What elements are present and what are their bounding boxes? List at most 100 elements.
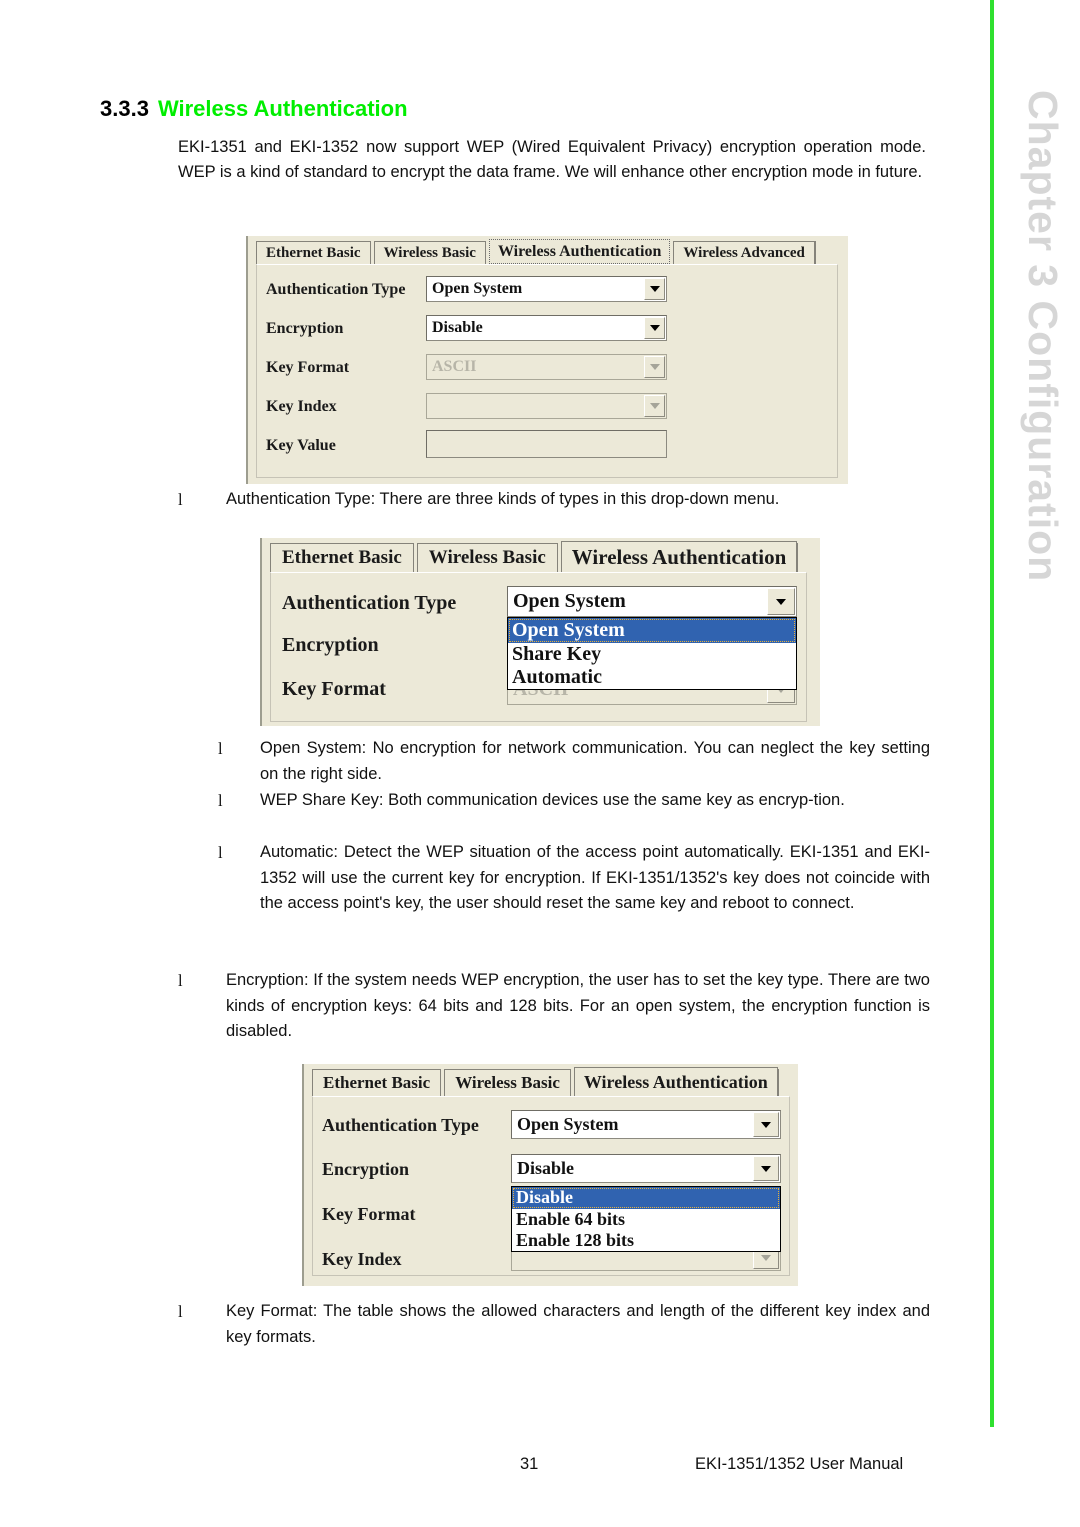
tab-strip: Ethernet Basic Wireless Basic Wireless A… xyxy=(256,239,819,264)
dialog-left-edge xyxy=(260,538,262,726)
tab-strip-end-divider xyxy=(814,241,819,264)
tab-label: Ethernet Basic xyxy=(282,547,402,568)
chevron-down-icon[interactable] xyxy=(644,317,665,339)
dropdown-option-label: Enable 128 bits xyxy=(516,1230,635,1250)
combo-authentication-type[interactable]: Open System xyxy=(426,276,667,302)
label-key-value: Key Value xyxy=(266,437,336,454)
dropdown-option-enable-128-bits[interactable]: Enable 128 bits xyxy=(512,1230,780,1251)
bullet-mark: l xyxy=(218,739,223,758)
dropdown-list-authentication-type[interactable]: Open System Share Key Automatic xyxy=(507,617,797,690)
bullet-mark: l xyxy=(218,791,223,810)
dropdown-option-disable[interactable]: Disable xyxy=(512,1187,780,1209)
tab-label: Ethernet Basic xyxy=(266,244,361,261)
label-authentication-type: Authentication Type xyxy=(266,281,406,298)
bullet-wep-share-key: l WEP Share Key: Both communication devi… xyxy=(178,788,930,814)
combo-value: Open System xyxy=(517,1114,619,1134)
label-encryption: Encryption xyxy=(282,634,379,656)
tab-wireless-authentication[interactable]: Wireless Authentication xyxy=(573,1067,778,1096)
bullet-text: Encryption: If the system needs WEP encr… xyxy=(226,971,930,1040)
tab-wireless-advanced[interactable]: Wireless Advanced xyxy=(673,241,815,264)
dropdown-option-label: Disable xyxy=(516,1187,574,1207)
chevron-down-icon[interactable] xyxy=(753,1156,779,1181)
tab-label: Ethernet Basic xyxy=(323,1073,431,1092)
dropdown-option-label: Share Key xyxy=(512,643,602,665)
label-authentication-type: Authentication Type xyxy=(322,1115,479,1135)
label-authentication-type: Authentication Type xyxy=(282,592,457,614)
label-key-index: Key Index xyxy=(266,398,337,415)
bullet-text: Open System: No encryption for network c… xyxy=(260,739,930,783)
combo-encryption[interactable]: Disable xyxy=(426,315,667,341)
label-encryption: Encryption xyxy=(322,1159,410,1179)
footer-page-number: 31 xyxy=(520,1455,539,1473)
section-title: Wireless Authentication xyxy=(157,96,408,121)
tab-label: Wireless Advanced xyxy=(683,244,805,261)
section-number: 3.3.3 xyxy=(100,96,149,121)
page-title: 3.3.3 Wireless Authentication xyxy=(100,96,408,122)
chapter-rail-label: Chapter 3 Configuration xyxy=(1020,90,1066,583)
bullet-mark: l xyxy=(178,971,183,990)
dialog-left-edge xyxy=(246,236,248,484)
chevron-down-icon[interactable] xyxy=(644,395,665,417)
bullet-open-system: l Open System: No encryption for network… xyxy=(178,736,930,787)
tab-ethernet-basic[interactable]: Ethernet Basic xyxy=(312,1069,442,1096)
tab-ethernet-basic[interactable]: Ethernet Basic xyxy=(256,241,371,264)
label-key-format: Key Format xyxy=(322,1204,416,1224)
input-key-value[interactable] xyxy=(426,430,667,458)
page-content: 3.3.3 Wireless Authentication EKI-1351 an… xyxy=(0,0,960,1527)
bullet-text: Key Format: The table shows the allowed … xyxy=(226,1302,930,1346)
tab-wireless-basic[interactable]: Wireless Basic xyxy=(444,1069,571,1096)
bullet-authentication-type: l Authentication Type: There are three k… xyxy=(178,487,930,513)
label-key-format: Key Format xyxy=(266,359,350,376)
combo-authentication-type[interactable]: Open System xyxy=(507,586,797,617)
dropdown-option-label: Automatic xyxy=(512,666,602,688)
screenshot-wireless-authentication-tab: Ethernet Basic Wireless Basic Wireless A… xyxy=(246,236,848,484)
combo-key-format[interactable]: ASCII xyxy=(426,354,667,380)
bullet-encryption: l Encryption: If the system needs WEP en… xyxy=(178,968,930,1045)
bullet-text: Authentication Type: There are three kin… xyxy=(226,490,780,508)
bullet-key-format: l Key Format: The table shows the allowe… xyxy=(178,1299,930,1350)
label-key-index: Key Index xyxy=(322,1249,402,1269)
footer-manual-title: EKI-1351/1352 User Manual xyxy=(695,1455,904,1473)
tab-wireless-basic[interactable]: Wireless Basic xyxy=(373,241,486,264)
screenshot-encryption-dropdown: Ethernet Basic Wireless Basic Wireless A… xyxy=(302,1064,798,1286)
dropdown-option-share-key[interactable]: Share Key xyxy=(508,643,796,666)
combo-encryption[interactable]: Disable xyxy=(511,1154,781,1183)
dropdown-option-automatic[interactable]: Automatic xyxy=(508,666,796,689)
tab-wireless-authentication[interactable]: Wireless Authentication xyxy=(560,541,798,572)
tab-wireless-basic[interactable]: Wireless Basic xyxy=(416,543,558,572)
dropdown-option-label: Enable 64 bits xyxy=(516,1209,626,1229)
tab-strip-end-divider xyxy=(777,1069,782,1096)
tab-ethernet-basic[interactable]: Ethernet Basic xyxy=(270,543,414,572)
chevron-down-icon[interactable] xyxy=(767,588,795,615)
dropdown-option-enable-64-bits[interactable]: Enable 64 bits xyxy=(512,1209,780,1230)
combo-value: ASCII xyxy=(432,358,477,375)
chevron-down-icon[interactable] xyxy=(644,278,665,300)
bullet-mark: l xyxy=(218,843,223,862)
tab-label: Wireless Authentication xyxy=(571,544,787,569)
dialog-left-edge xyxy=(302,1064,304,1286)
chapter-rail-green-line xyxy=(990,0,994,1427)
combo-value: Disable xyxy=(432,319,483,336)
dropdown-list-encryption[interactable]: Disable Enable 64 bits Enable 128 bits xyxy=(511,1186,781,1252)
tab-label: Wireless Basic xyxy=(428,547,546,568)
tab-strip: Ethernet Basic Wireless Basic Wireless A… xyxy=(270,541,801,572)
combo-authentication-type[interactable]: Open System xyxy=(511,1110,781,1139)
tab-label: Wireless Authentication xyxy=(583,1071,768,1092)
dropdown-option-label: Open System xyxy=(512,619,625,641)
tab-label: Wireless Authentication xyxy=(497,242,662,260)
chevron-down-icon[interactable] xyxy=(644,356,665,378)
combo-value: Open System xyxy=(513,590,626,612)
chevron-down-icon[interactable] xyxy=(753,1112,779,1137)
combo-value: Open System xyxy=(432,280,523,297)
intro-paragraph: EKI-1351 and EKI-1352 now support WEP (W… xyxy=(178,138,926,181)
combo-key-index[interactable] xyxy=(426,393,667,419)
bullet-text: WEP Share Key: Both communication device… xyxy=(260,791,845,809)
combo-value: Disable xyxy=(517,1158,575,1178)
tab-strip-end-divider xyxy=(797,543,801,572)
tab-wireless-authentication[interactable]: Wireless Authentication xyxy=(488,239,671,264)
bullet-text: Automatic: Detect the WEP situation of t… xyxy=(260,843,930,912)
bullet-mark: l xyxy=(178,1302,183,1321)
dropdown-option-open-system[interactable]: Open System xyxy=(508,618,796,643)
tab-strip: Ethernet Basic Wireless Basic Wireless A… xyxy=(312,1067,782,1096)
chapter-rail: Chapter 3 Configuration xyxy=(990,0,1080,1527)
